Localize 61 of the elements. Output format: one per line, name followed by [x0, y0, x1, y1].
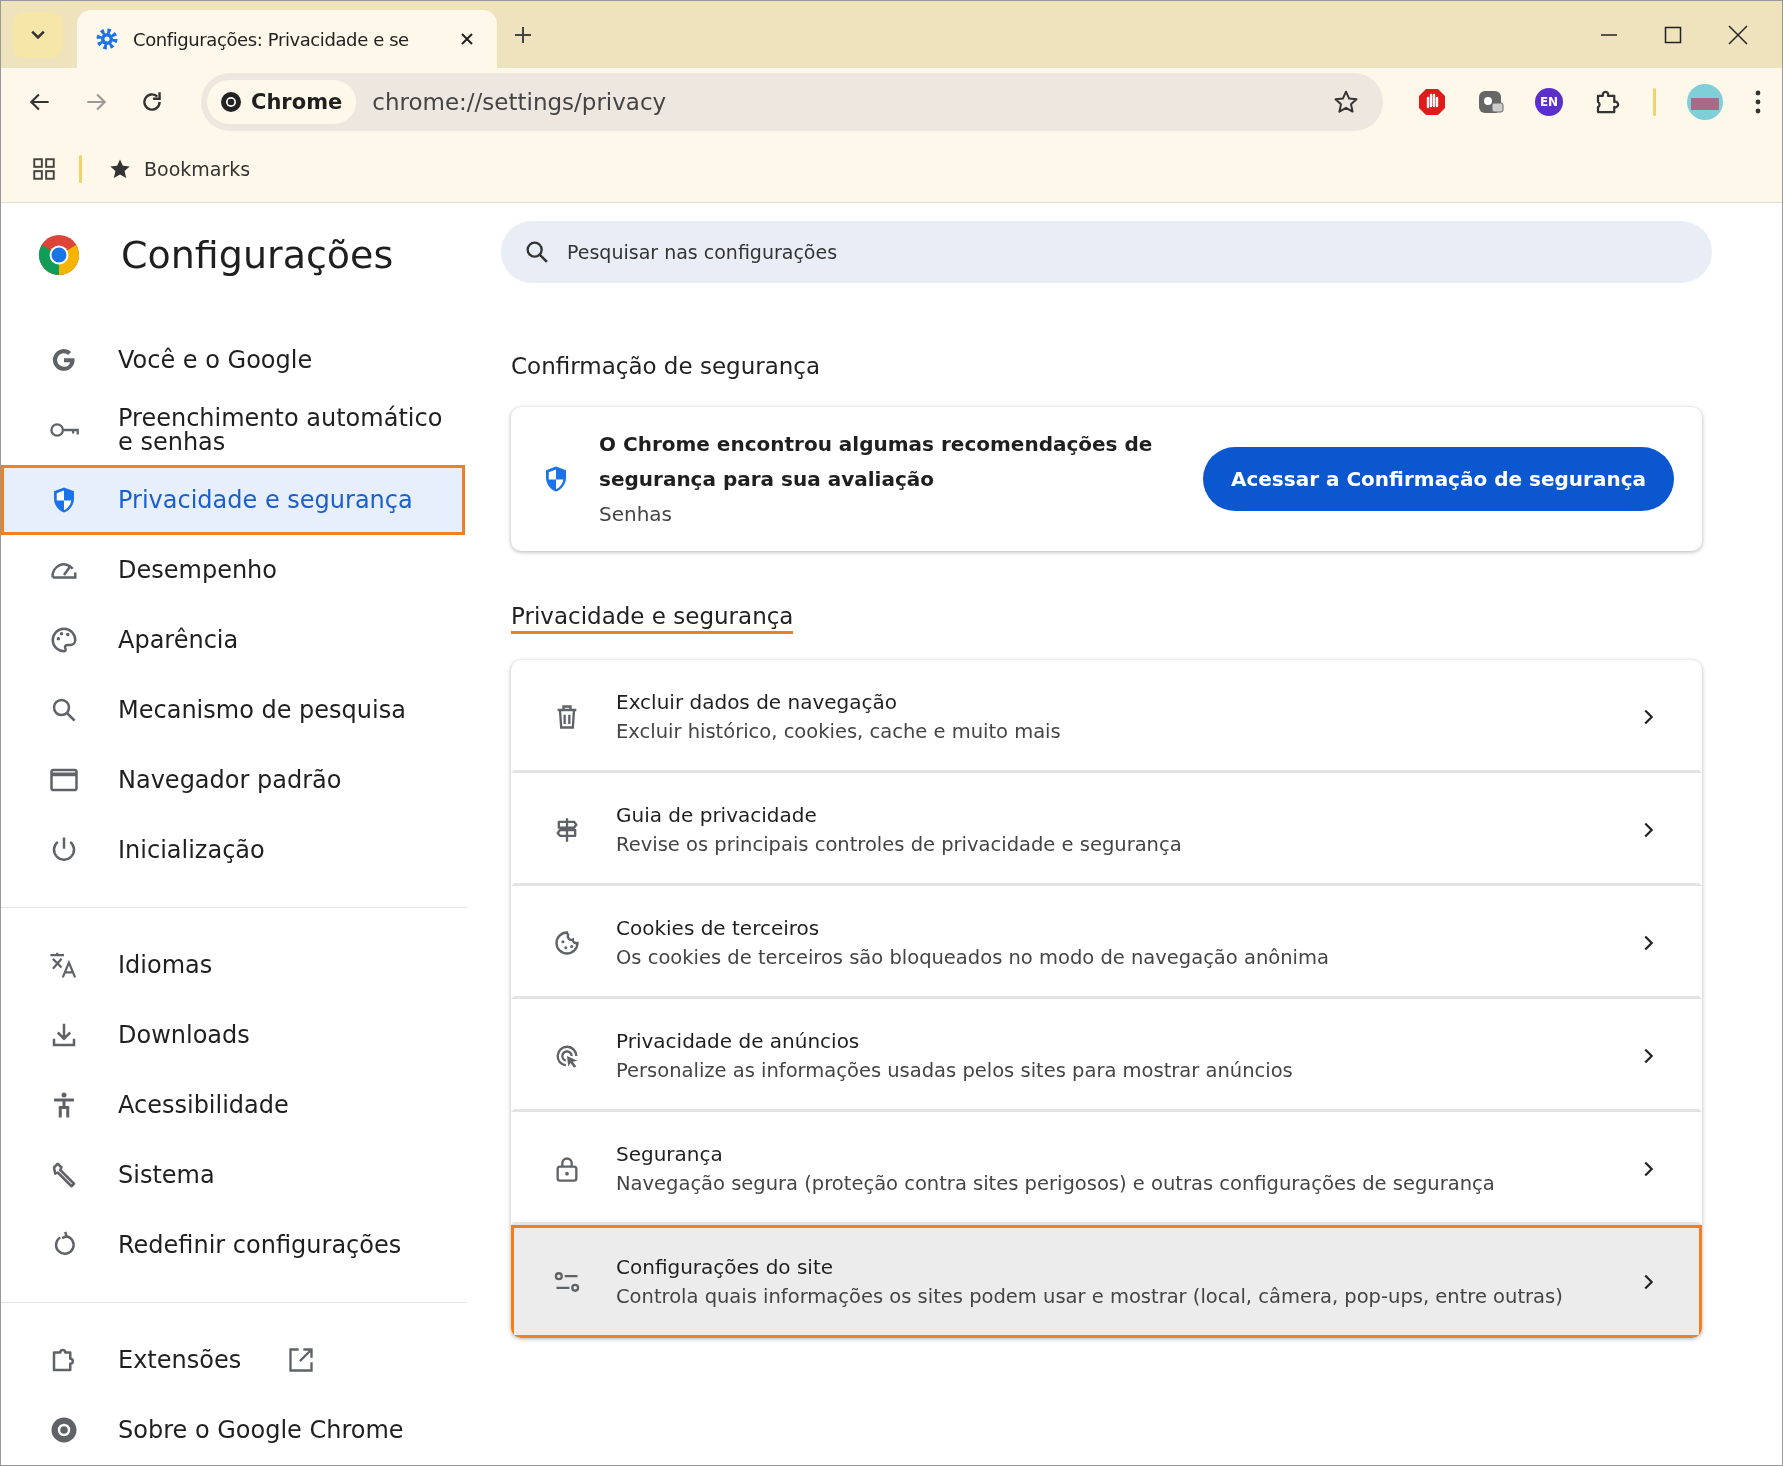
close-window-icon[interactable] — [1728, 24, 1748, 45]
row-title: Cookies de terceiros — [616, 916, 821, 940]
safety-check-button[interactable]: Acessar a Confirmação de segurança — [1202, 447, 1674, 511]
settings-title: Configurações — [121, 233, 394, 277]
row-description: Os cookies de terceiros são bloqueados no modo de navegação anônima — [616, 946, 1330, 969]
row-title: Privacidade de anúncios — [616, 1029, 861, 1053]
settings-row[interactable]: Configurações do site Controla quais informações os sites podem usar e mostrar (local, câmera, pop-ups, entre outras) — [511, 1225, 1702, 1338]
browser-tab[interactable]: Configurações: Privacidade e se — [77, 10, 497, 68]
cookie-icon — [553, 928, 581, 957]
row-description: Personalize as informações usadas pelos sites para mostrar anúncios — [616, 1059, 1294, 1082]
row-description: Revise os principais controles de privacidade e segurança — [616, 833, 1183, 856]
section-heading: Privacidade e segurança — [511, 603, 794, 634]
tab-search-button[interactable] — [13, 11, 63, 58]
stop-hand-icon[interactable] — [1417, 86, 1447, 117]
new-tab-icon[interactable] — [513, 24, 533, 45]
settings-row[interactable]: Guia de privacidade Revise os principais controles de privacidade e segurança — [511, 773, 1702, 886]
maximize-icon[interactable] — [1664, 25, 1682, 44]
settings-row[interactable]: Excluir dados de navegação Excluir histórico, cookies, cache e muito mais — [511, 660, 1702, 773]
row-title: Excluir dados de navegação — [616, 690, 898, 714]
nav-item[interactable]: Aparência — [1, 605, 465, 675]
nav-item[interactable]: Desempenho — [1, 535, 465, 605]
language-badge[interactable]: EN — [1535, 87, 1563, 116]
palette-icon — [49, 625, 79, 655]
nav-item[interactable]: Inicialização — [1, 815, 465, 885]
nav-item[interactable]: Sistema — [1, 1140, 465, 1210]
row-description: Excluir histórico, cookies, cache e muito mais — [616, 720, 1062, 743]
apps-grid-icon[interactable] — [31, 155, 57, 182]
nav-item[interactable]: Preenchimento automático e senhas — [1, 395, 465, 465]
site-chip[interactable]: Chrome — [207, 79, 357, 124]
row-title: Configurações do site — [616, 1255, 835, 1279]
more-menu-icon[interactable] — [1754, 88, 1762, 115]
search-field[interactable]: Pesquisar nas configurações — [501, 221, 1712, 283]
nav-item[interactable]: Privacidade e segurança — [1, 465, 465, 535]
nav-item[interactable]: Navegador padrão — [1, 745, 465, 815]
bookmarks-button[interactable]: Bookmarks — [108, 156, 251, 181]
star-icon[interactable] — [1333, 88, 1359, 115]
settings-row[interactable]: Cookies de terceiros Os cookies de terceiros são bloqueados no modo de navegação anônima — [511, 886, 1702, 999]
nav-item[interactable]: Idiomas — [1, 930, 465, 1000]
address-bar[interactable]: Chrome chrome://settings/privacy — [201, 72, 1383, 131]
nav-item[interactable]: Redefinir configurações — [1, 1210, 465, 1280]
nav-item[interactable]: Você e o Google — [1, 325, 465, 395]
nav-item[interactable]: Mecanismo de pesquisa — [1, 675, 465, 745]
close-icon[interactable] — [459, 31, 475, 47]
safety-detail: Senhas — [599, 501, 674, 528]
settings-row[interactable]: Privacidade de anúncios Personalize as informações usadas pelos sites para mostrar anúncios — [511, 999, 1702, 1112]
nav-item[interactable]: Extensões — [1, 1325, 465, 1395]
chrome-logo-icon — [37, 233, 81, 277]
nav-item[interactable]: Downloads — [1, 1000, 465, 1070]
nav-item[interactable]: Sobre o Google Chrome — [1, 1395, 465, 1465]
safety-message: O Chrome encontrou algumas recomendações de segurança para sua avaliação — [599, 431, 1154, 493]
url-text: chrome://settings/privacy — [372, 88, 667, 115]
row-title: Guia de privacidade — [616, 803, 818, 827]
nav-item[interactable]: Acessibilidade — [1, 1070, 465, 1140]
row-title: Segurança — [616, 1142, 724, 1166]
section-heading: Confirmação de segurança — [511, 353, 821, 381]
row-description: Controla quais informações os sites podem usar e mostrar (local, câmera, pop-ups, entre outras) — [616, 1285, 1564, 1308]
chevron-down-icon — [31, 30, 45, 39]
avatar-icon[interactable] — [1686, 82, 1724, 121]
tab-title: Configurações: Privacidade e se — [133, 28, 410, 50]
row-description: Navegação segura (proteção contra sites perigosos) e outras configurações de segurança — [616, 1172, 1496, 1195]
gear-icon — [95, 27, 119, 51]
